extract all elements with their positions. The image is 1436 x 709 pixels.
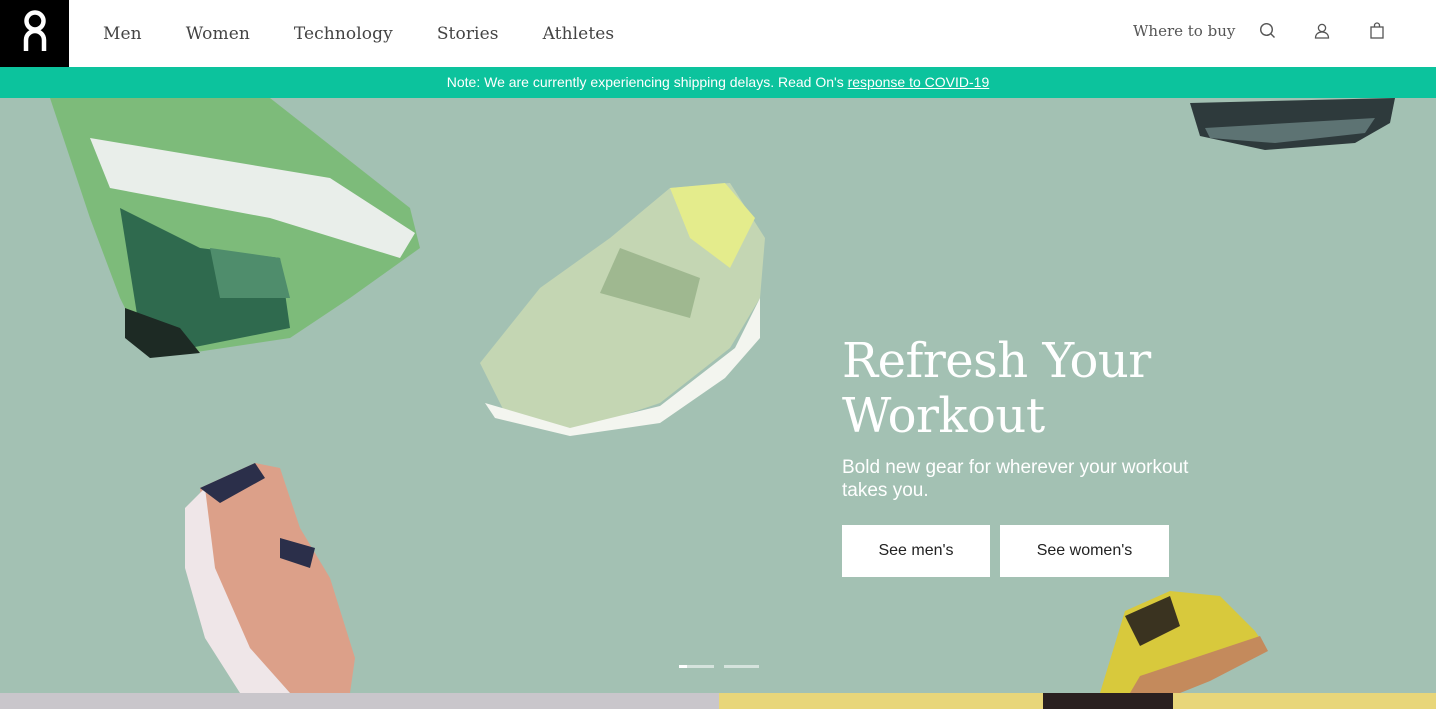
main-nav: Men Women Technology Stories Athletes — [103, 0, 658, 67]
hero-subtitle: Bold new gear for wherever your workout … — [842, 457, 1189, 501]
account-icon[interactable] — [1313, 22, 1333, 42]
hero-title-line-2: Workout — [842, 388, 1045, 444]
site-header: Men Women Technology Stories Athletes Wh… — [0, 0, 1436, 67]
nav-women[interactable]: Women — [186, 24, 250, 44]
nav-men[interactable]: Men — [103, 24, 142, 44]
banner-text: Note: We are currently experiencing ship… — [446, 74, 848, 90]
carousel-indicators — [679, 665, 769, 668]
see-womens-button[interactable]: See women's — [1000, 525, 1169, 577]
next-section-right-image — [1043, 693, 1173, 709]
shipping-notice-banner: Note: We are currently experiencing ship… — [0, 67, 1436, 98]
on-logo[interactable] — [0, 0, 69, 67]
cart-icon[interactable] — [1368, 22, 1388, 42]
hero-cta-row: See men's See women's — [842, 525, 1262, 577]
covid-response-link[interactable]: response to COVID-19 — [848, 74, 990, 90]
green-shoe-top-left-image — [50, 98, 420, 358]
mint-shoe-center-image — [480, 183, 765, 436]
nav-stories[interactable]: Stories — [437, 24, 499, 44]
next-section-left-tile — [0, 693, 719, 709]
carousel-dot-2[interactable] — [724, 665, 759, 668]
hero-title: Refresh Your Workout — [842, 334, 1262, 444]
hero-title-line-1: Refresh Your — [842, 333, 1151, 389]
search-icon[interactable] — [1259, 22, 1279, 42]
nav-technology[interactable]: Technology — [294, 24, 393, 44]
peach-shoe-bottom-left-image — [185, 463, 355, 693]
on-logo-mark-icon — [23, 10, 47, 51]
nav-athletes[interactable]: Athletes — [543, 24, 615, 44]
see-mens-button[interactable]: See men's — [842, 525, 990, 577]
where-to-buy-link[interactable]: Where to buy — [1133, 22, 1235, 40]
hero-copy: Refresh Your Workout Bold new gear for w… — [842, 334, 1262, 577]
yellow-shoe-bottom-right-image — [1100, 591, 1268, 693]
carousel-dot-1[interactable] — [679, 665, 714, 668]
hero-carousel: Refresh Your Workout Bold new gear for w… — [0, 98, 1436, 693]
dark-shoe-top-right-image — [1190, 98, 1395, 150]
